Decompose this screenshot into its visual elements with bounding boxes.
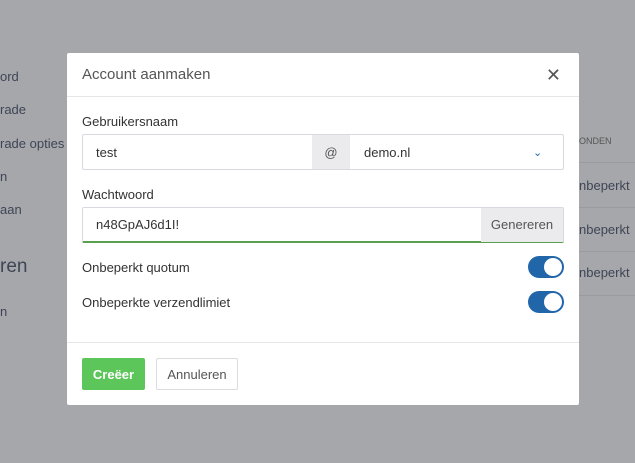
domain-select[interactable]: demo.nl	[350, 145, 533, 160]
sidebar-item: rade opties	[0, 136, 65, 151]
table-cell: nbeperkt	[579, 265, 630, 280]
table-cell: nbeperkt	[579, 178, 630, 193]
table-cell: nbeperkt	[579, 222, 630, 237]
sidebar-item: ord	[0, 69, 19, 84]
sidebar-item: n	[0, 169, 8, 184]
unlimited-send-limit-label: Onbeperkte verzendlimiet	[82, 295, 231, 310]
dialog-title: Account aanmaken	[82, 66, 211, 83]
sidebar-item: aan	[0, 202, 22, 217]
background-sidebar: ord rade rade opties n aan ren n	[0, 0, 70, 463]
cancel-button[interactable]: Annuleren	[156, 358, 238, 390]
unlimited-quota-toggle[interactable]	[528, 256, 564, 278]
generate-button[interactable]: Genereren	[481, 207, 563, 242]
sidebar-item: rade	[0, 102, 27, 117]
create-button[interactable]: Creëer	[82, 358, 145, 390]
at-addon: @	[312, 135, 350, 169]
username-label: Gebruikersnaam	[82, 114, 179, 129]
sidebar-heading: ren	[0, 256, 28, 277]
create-account-dialog: Account aanmaken ✕ Gebruikersnaam test @…	[67, 53, 579, 405]
sidebar-item: n	[0, 304, 8, 319]
password-input[interactable]: n48GpAJ6d1I!	[83, 217, 481, 232]
divider	[67, 342, 579, 343]
table-header: ONDEN	[579, 136, 612, 146]
close-icon[interactable]: ✕	[546, 65, 561, 86]
password-field-group: n48GpAJ6d1I! Genereren	[82, 207, 564, 243]
unlimited-send-limit-toggle[interactable]	[528, 291, 564, 313]
dialog-header: Account aanmaken ✕	[67, 53, 579, 97]
username-field-group: test @ demo.nl ⌄	[82, 134, 564, 170]
password-label: Wachtwoord	[82, 187, 154, 202]
background-table: ONDEN nbeperkt nbeperkt nbeperkt	[579, 58, 635, 348]
chevron-down-icon[interactable]: ⌄	[533, 146, 563, 159]
username-input[interactable]: test	[83, 145, 312, 160]
unlimited-quota-label: Onbeperkt quotum	[82, 260, 190, 275]
